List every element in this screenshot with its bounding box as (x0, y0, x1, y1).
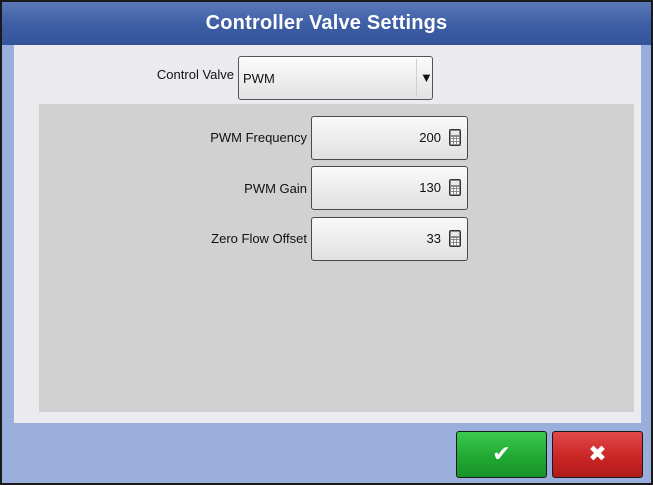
checkmark-icon: ✔ (492, 442, 511, 467)
control-valve-label: Control Valve (156, 67, 234, 82)
pwm-gain-value: 130 (419, 180, 441, 195)
control-valve-dropdown[interactable]: PWM ▼ (238, 56, 433, 100)
calculator-icon[interactable] (449, 129, 461, 146)
zero-flow-offset-field[interactable]: 33 (311, 217, 468, 261)
pwm-frequency-field[interactable]: 200 (311, 116, 468, 160)
zero-flow-offset-value: 33 (426, 231, 441, 246)
title-bar: Controller Valve Settings (2, 0, 651, 45)
close-icon: ✖ (588, 442, 607, 467)
calculator-icon[interactable] (449, 230, 461, 247)
calculator-icon[interactable] (449, 179, 461, 196)
dropdown-arrow-icon[interactable]: ▼ (420, 70, 433, 85)
pwm-frequency-label: PWM Frequency (210, 130, 307, 145)
dialog-title: Controller Valve Settings (205, 12, 448, 34)
ok-button[interactable]: ✔ (456, 431, 547, 478)
pwm-frequency-value: 200 (419, 130, 441, 145)
cancel-button[interactable]: ✖ (552, 431, 643, 478)
pwm-gain-field[interactable]: 130 (311, 166, 468, 210)
pwm-gain-label: PWM Gain (244, 181, 307, 196)
dropdown-divider (416, 59, 417, 97)
controller-valve-dialog: Controller Valve Settings Control Valve … (0, 0, 653, 485)
zero-flow-offset-label: Zero Flow Offset (211, 231, 307, 246)
control-valve-value: PWM (243, 71, 275, 86)
